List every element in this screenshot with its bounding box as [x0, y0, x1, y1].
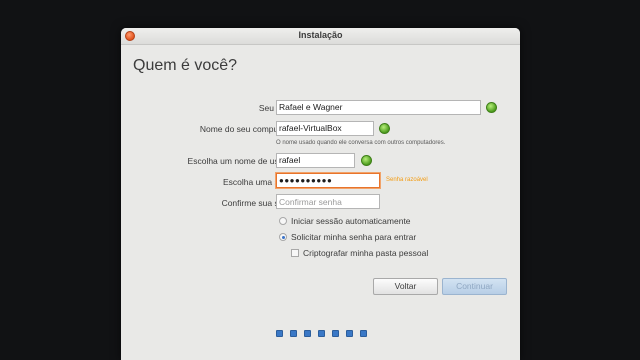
password-field[interactable]: ●●●●●●●●●● — [276, 173, 380, 188]
username-field[interactable]: rafael — [276, 153, 355, 168]
page-title: Quem é você? — [133, 57, 238, 74]
title-bar: Instalação — [121, 28, 520, 45]
progress-step-dot — [304, 330, 311, 337]
computer-ok-icon — [379, 123, 390, 134]
continue-button[interactable]: Continuar — [442, 278, 507, 295]
back-button[interactable]: Voltar — [373, 278, 438, 295]
name-ok-icon — [486, 102, 497, 113]
window-title: Instalação — [298, 30, 343, 40]
computer-name-field[interactable]: rafael-VirtualBox — [276, 121, 374, 136]
encrypt-home-label: Criptografar minha pasta pessoal — [303, 248, 429, 258]
encrypt-home-option[interactable]: Criptografar minha pasta pessoal — [291, 248, 428, 258]
progress-step-dot — [276, 330, 283, 337]
progress-step-dot — [332, 330, 339, 337]
progress-indicator — [276, 330, 367, 337]
encrypt-home-checkbox[interactable] — [291, 249, 299, 257]
auto-login-option[interactable]: Iniciar sessão automaticamente — [279, 216, 411, 226]
computer-name-hint: O nome usado quando ele conversa com out… — [276, 140, 446, 146]
auto-login-radio[interactable] — [279, 217, 287, 225]
progress-step-dot — [318, 330, 325, 337]
require-password-radio[interactable] — [279, 233, 287, 241]
username-ok-icon — [361, 155, 372, 166]
password-strength: Senha razoável — [386, 177, 428, 183]
progress-step-dot — [360, 330, 367, 337]
auto-login-label: Iniciar sessão automaticamente — [291, 216, 411, 226]
require-password-label: Solicitar minha senha para entrar — [291, 232, 417, 242]
installer-window: Instalação Quem é você? Seu nome: Rafael… — [121, 28, 520, 360]
require-password-option[interactable]: Solicitar minha senha para entrar — [279, 232, 416, 242]
name-field[interactable]: Rafael e Wagner — [276, 100, 481, 115]
confirm-password-field[interactable] — [276, 194, 380, 209]
progress-step-dot — [346, 330, 353, 337]
progress-step-dot — [290, 330, 297, 337]
